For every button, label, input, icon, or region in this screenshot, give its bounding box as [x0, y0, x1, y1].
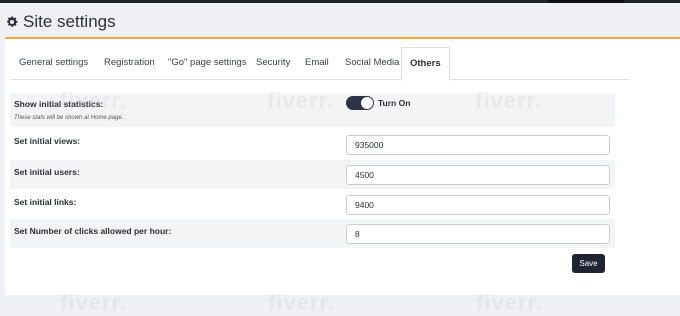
save-button[interactable]: Save: [572, 254, 605, 273]
setting-row-clicks: Set Number of clicks allowed per hour:: [10, 219, 615, 248]
tab-email[interactable]: Email: [305, 47, 329, 78]
tab-general-settings[interactable]: General settings: [19, 47, 88, 78]
setting-row-views: Set initial views:: [10, 129, 615, 158]
tab-bar: General settings Registration "Go" page …: [10, 47, 630, 81]
tab-security[interactable]: Security: [256, 47, 290, 78]
toggle-knob: [361, 97, 373, 109]
page-title-wrap: Site settings: [5, 12, 116, 32]
show-stats-toggle-label: Turn On: [378, 98, 411, 108]
tab-go-page-settings[interactable]: "Go" page settings: [168, 47, 247, 78]
views-input[interactable]: [346, 135, 610, 155]
links-input[interactable]: [346, 195, 610, 215]
show-stats-hint: These stats will be shown at Home page.: [14, 115, 124, 121]
page-title: Site settings: [23, 12, 116, 31]
views-label: Set initial views:: [14, 136, 81, 146]
tab-others[interactable]: Others: [401, 47, 450, 81]
setting-row-users: Set initial users:: [10, 160, 615, 189]
setting-row-show-stats: Show initial statistics: These stats wil…: [10, 93, 615, 127]
clicks-input[interactable]: [346, 224, 610, 244]
tab-registration[interactable]: Registration: [104, 47, 155, 78]
show-stats-label: Show initial statistics:: [14, 99, 104, 109]
users-label: Set initial users:: [14, 167, 80, 177]
clicks-label: Set Number of clicks allowed per hour:: [14, 226, 172, 236]
page-header: Site settings: [0, 3, 680, 39]
setting-row-links: Set initial links:: [10, 190, 615, 219]
users-input[interactable]: [346, 165, 610, 185]
links-label: Set initial links:: [14, 197, 77, 207]
tab-social-media[interactable]: Social Media: [345, 47, 399, 78]
settings-card: General settings Registration "Go" page …: [5, 37, 680, 295]
show-stats-toggle[interactable]: [346, 96, 374, 110]
gear-icon: [7, 16, 18, 27]
